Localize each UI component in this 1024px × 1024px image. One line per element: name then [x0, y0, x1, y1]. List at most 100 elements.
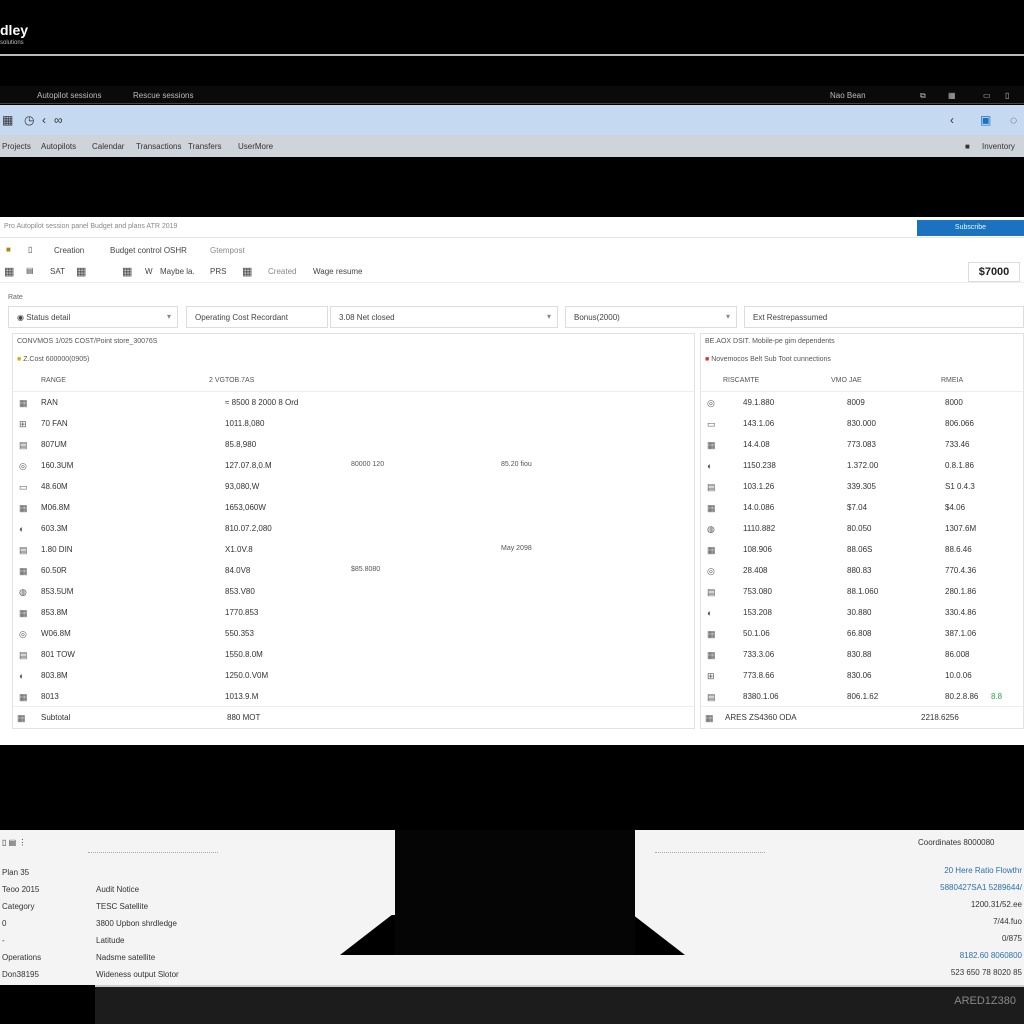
status-filter[interactable]: ◉ Status detail ▾: [8, 306, 178, 328]
tool-created[interactable]: Created: [268, 267, 296, 276]
menu-more[interactable]: UserMore: [238, 142, 273, 151]
copy-icon[interactable]: ⧉: [920, 91, 926, 101]
table-row[interactable]: ◎ 49.1.880 8009 8000: [701, 392, 1023, 413]
breadcrumb-text[interactable]: Pro Autopilot session panel Budget and p…: [4, 223, 177, 230]
table-row[interactable]: ◎ W06.8M 550.353: [13, 623, 694, 644]
tab-autopilot[interactable]: Autopilot sessions: [37, 91, 101, 100]
table-row[interactable]: ⊞ 773.8.66 830.06 10.0.06: [701, 665, 1023, 686]
column-header[interactable]: VMO JAE: [831, 377, 862, 384]
back-icon[interactable]: ‹: [42, 113, 46, 127]
tool-w[interactable]: W: [145, 267, 153, 276]
table-row[interactable]: ▦ 14.4.08 773.083 733.46: [701, 434, 1023, 455]
tool-wage[interactable]: Wage resume: [313, 267, 363, 276]
settings-icon[interactable]: ◌: [1010, 113, 1017, 127]
table-row[interactable]: ◐ 1150.238 1.372.00 0.8.1.86: [701, 455, 1023, 476]
table-row[interactable]: ▤ 1.80 DIN X1.0V.8 May 2098: [13, 539, 694, 560]
table-row[interactable]: ◎ 28.408 880.83 770.4.36: [701, 560, 1023, 581]
creation-label[interactable]: Creation: [54, 246, 84, 255]
table-row[interactable]: ▤ 8380.1.06 806.1.62 80.2.8.86 8.8: [701, 686, 1023, 707]
grid-icon[interactable]: ▤: [26, 266, 34, 275]
table-row[interactable]: ▤ 753.080 88.1.060 280.1.86: [701, 581, 1023, 602]
table-row[interactable]: ◎ 160.3UM 127.07.8,0.M 80000 120 85.20 fiou: [13, 455, 694, 476]
table-row[interactable]: ▦ 60.50R 84.0V8 $85.8080: [13, 560, 694, 581]
table-cell: 880.83: [847, 566, 872, 575]
table-cell: 1013.9.M: [225, 692, 259, 701]
table-icon[interactable]: ▦: [242, 265, 252, 278]
column-header[interactable]: 2 VGTOB.7AS: [209, 377, 254, 384]
doc-icon[interactable]: ▯ ▤ ⋮: [2, 838, 26, 847]
menu-transfers[interactable]: Transfers: [188, 142, 222, 151]
post-label[interactable]: Gtempost: [210, 246, 245, 255]
table-icon[interactable]: ▦: [122, 265, 132, 278]
table-cell: 28.408: [743, 566, 768, 575]
table-cell: 853.8M: [41, 608, 68, 617]
bonus-filter[interactable]: Bonus(2000) ▾: [565, 306, 737, 328]
table-cell: 88.6.46: [945, 545, 972, 554]
tab-strip: Autopilot sessions Rescue sessions Nao B…: [0, 86, 1024, 104]
grid-icon[interactable]: ▦: [948, 91, 956, 100]
table-cell: 0.8.1.86: [945, 461, 974, 470]
table-row[interactable]: ▦ 733.3.06 830.88 86.008: [701, 644, 1023, 665]
calendar-icon[interactable]: ▦: [76, 265, 86, 278]
chevron-left-icon[interactable]: ‹: [950, 113, 954, 127]
table-row[interactable]: ◐ 153.208 30.880 330.4.86: [701, 602, 1023, 623]
table-row[interactable]: ▦ 14.0.086 $7.04 $4.06: [701, 497, 1023, 518]
link-icon[interactable]: ∞: [54, 113, 63, 127]
table-row[interactable]: ▭ 143.1.06 830.000 806.066: [701, 413, 1023, 434]
closed-filter[interactable]: 3.08 Net closed ▾: [330, 306, 558, 328]
table-row[interactable]: ▦ 8013 1013.9.M: [13, 686, 694, 707]
row-value: 3800 Upbon shrdledge: [96, 919, 177, 928]
tool-sat[interactable]: SAT: [50, 267, 65, 276]
subscribe-button[interactable]: Subscribe: [917, 220, 1024, 236]
table-cell: 108.906: [743, 545, 772, 554]
window-icon[interactable]: ▭: [983, 91, 991, 100]
search-input[interactable]: Ext Restrepassumed: [744, 306, 1024, 328]
table-row[interactable]: ▦ M06.8M 1653,060W: [13, 497, 694, 518]
right-line: 0/875: [1001, 934, 1022, 943]
table-row[interactable]: ▦ 50.1.06 66.808 387.1.06: [701, 623, 1023, 644]
menu-transactions[interactable]: Transactions: [136, 142, 182, 151]
tab-rescue[interactable]: Rescue sessions: [133, 91, 193, 100]
table-row[interactable]: ◍ 853.5UM 853.V80: [13, 581, 694, 602]
user-name[interactable]: Nao Bean: [830, 91, 866, 100]
table-cell: 1011.8,080: [225, 419, 265, 428]
column-header[interactable]: RMEIA: [941, 377, 963, 384]
tool-prs[interactable]: PRS: [210, 267, 226, 276]
table-row[interactable]: ⊞ 70 FAN 1011.8,080: [13, 413, 694, 434]
column-header[interactable]: RANGE: [41, 377, 66, 384]
table-row[interactable]: ◐ 603.3M 810.07.2,080: [13, 518, 694, 539]
browser-toolbar: ▦ ◷ ‹ ∞ ‹ ▣ ◌: [0, 105, 1024, 135]
row-label: Plan 35: [2, 868, 30, 877]
table-row[interactable]: ◍ 1110.882 80.050 1307.6M: [701, 518, 1023, 539]
budget-label[interactable]: Budget control OSHR: [110, 246, 187, 255]
table-row[interactable]: ▤ 103.1.26 339.305 S1 0.4.3: [701, 476, 1023, 497]
amount-display: $7000: [968, 262, 1020, 282]
table-row[interactable]: ▭ 48.60M 93,080,W: [13, 476, 694, 497]
table-row[interactable]: ◐ 803.8M 1250.0.V0M: [13, 665, 694, 686]
menu-inventory[interactable]: Inventory: [982, 142, 1015, 151]
grid-icon[interactable]: ▦: [2, 113, 13, 127]
column-header[interactable]: RISCAMTE: [723, 377, 759, 384]
panel-icon[interactable]: ▯: [1005, 91, 1009, 100]
table-row[interactable]: ▦ 108.906 88.06S 88.6.46: [701, 539, 1023, 560]
row-icon: ◎: [19, 461, 27, 471]
table-icon[interactable]: ▦: [4, 265, 14, 278]
table-cell: 773.083: [847, 440, 876, 449]
menu-autopilots[interactable]: Autopilots: [41, 142, 76, 151]
menu-calendar[interactable]: Calendar: [92, 142, 124, 151]
table-row[interactable]: ▦ RAN ≈ 8500 8 2000 8 Ord: [13, 392, 694, 413]
cost-filter[interactable]: Operating Cost Recordant: [186, 306, 328, 328]
monitor-stand-neck: [395, 830, 635, 955]
tool-maybe[interactable]: Maybe la.: [160, 267, 195, 276]
table-cell: 280.1.86: [945, 587, 977, 596]
calendar-icon[interactable]: ▣: [980, 113, 991, 127]
menu-projects[interactable]: Projects: [2, 142, 31, 151]
row-value: Audit Notice: [96, 885, 140, 894]
table-row[interactable]: ▤ 801 TOW 1550.8.0M: [13, 644, 694, 665]
table-row[interactable]: ▤ 807UM 85.8,980: [13, 434, 694, 455]
clock-icon[interactable]: ◷: [24, 113, 34, 127]
table-cell: 1.80 DIN: [41, 545, 73, 554]
table-row[interactable]: ▦ 853.8M 1770.853: [13, 602, 694, 623]
chevron-down-icon: ▾: [166, 312, 171, 321]
logo: dley: [0, 22, 29, 38]
